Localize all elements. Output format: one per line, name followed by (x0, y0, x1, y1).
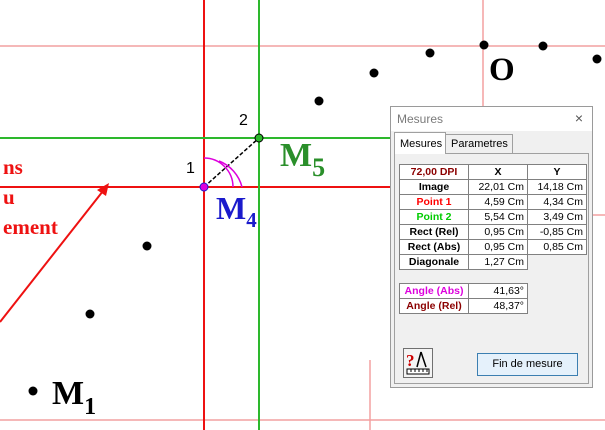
cell-x: 0,95 Cm (468, 239, 528, 255)
measure-table: 72,00 DPI X Y Image 22,01 Cm 14,18 Cm Po… (399, 164, 587, 270)
svg-text:?: ? (406, 351, 415, 370)
cell-angle: 48,37° (468, 298, 528, 314)
cell-y: 0,85 Cm (527, 239, 587, 255)
mesures-dialog: Mesures × Mesures Parametres 72,00 DPI X… (390, 106, 593, 388)
cell-x: 5,54 Cm (468, 209, 528, 225)
column-header-x: X (468, 164, 528, 180)
table-row: Image 22,01 Cm 14,18 Cm (399, 179, 587, 195)
label-m5-subscript: 5 (312, 153, 326, 182)
dpi-cell: 72,00 DPI (399, 164, 469, 180)
mesures-panel: 72,00 DPI X Y Image 22,01 Cm 14,18 Cm Po… (394, 153, 589, 384)
red-arrow-line (0, 190, 104, 323)
row-label: Image (399, 179, 469, 195)
cell-angle: 41,63° (468, 283, 528, 299)
row-label: Angle (Rel) (399, 298, 469, 314)
label-m1: M1 (52, 375, 96, 420)
cell-x: 22,01 Cm (468, 179, 528, 195)
red-text-line-2: u (3, 185, 15, 209)
red-text-line-1: ns (3, 155, 23, 179)
table-row: Diagonale 1,27 Cm (399, 254, 587, 270)
trajectory-point (425, 48, 435, 58)
ruler-help-icon-graphic: ? (406, 351, 430, 375)
dialog-title: Mesures (397, 112, 444, 126)
trajectory-point (28, 386, 38, 396)
dialog-titlebar[interactable]: Mesures × (391, 107, 592, 131)
label-m4-letter: M (216, 190, 247, 226)
cell-empty (527, 254, 587, 270)
row-label: Point 2 (399, 209, 469, 225)
red-text-line-3: ement (3, 215, 58, 239)
label-m4: M4 (216, 190, 257, 232)
row-label: Diagonale (399, 254, 469, 270)
cell-x: 4,59 Cm (468, 194, 528, 210)
trajectory-point (369, 68, 379, 78)
table-row: Angle (Abs) 41,63° (399, 283, 528, 299)
cell-x: 1,27 Cm (468, 254, 528, 270)
trajectory-point (538, 41, 548, 51)
trajectory-point (479, 40, 489, 50)
label-point-1: 1 (186, 160, 195, 177)
table-row: Rect (Abs) 0,95 Cm 0,85 Cm (399, 239, 587, 255)
label-m1-letter: M (52, 375, 85, 412)
fin-de-mesure-button[interactable]: Fin de mesure (477, 353, 578, 376)
red-arrow-head (97, 183, 109, 196)
label-point-2: 2 (239, 112, 248, 129)
row-label: Rect (Rel) (399, 224, 469, 240)
point-1-marker[interactable] (199, 182, 209, 192)
cell-y: 3,49 Cm (527, 209, 587, 225)
angle-table: Angle (Abs) 41,63° Angle (Rel) 48,37° (399, 283, 528, 314)
trajectory-point (592, 54, 602, 64)
cell-x: 0,95 Cm (468, 224, 528, 240)
trajectory-point (314, 96, 324, 106)
table-row: Point 1 4,59 Cm 4,34 Cm (399, 194, 587, 210)
close-icon[interactable]: × (575, 110, 583, 126)
cell-y: 14,18 Cm (527, 179, 587, 195)
column-header-y: Y (527, 164, 587, 180)
row-label: Rect (Abs) (399, 239, 469, 255)
cell-y: 4,34 Cm (527, 194, 587, 210)
label-o: O (489, 52, 515, 88)
ruler-help-icon[interactable]: ? (403, 348, 433, 378)
row-label: Point 1 (399, 194, 469, 210)
table-row: Point 2 5,54 Cm 3,49 Cm (399, 209, 587, 225)
cell-y: -0,85 Cm (527, 224, 587, 240)
label-m4-subscript: 4 (246, 208, 257, 232)
tab-mesures[interactable]: Mesures (394, 132, 446, 154)
trajectory-point (85, 309, 95, 319)
point-2-marker[interactable] (254, 133, 264, 143)
table-row: 72,00 DPI X Y (399, 164, 587, 180)
label-m5-letter: M (280, 137, 313, 174)
label-m1-subscript: 1 (84, 394, 97, 420)
trajectory-point (142, 241, 152, 251)
label-m5: M5 (280, 137, 325, 182)
table-row: Angle (Rel) 48,37° (399, 298, 528, 314)
tab-parametres[interactable]: Parametres (445, 134, 513, 153)
table-row: Rect (Rel) 0,95 Cm -0,85 Cm (399, 224, 587, 240)
row-label: Angle (Abs) (399, 283, 469, 299)
